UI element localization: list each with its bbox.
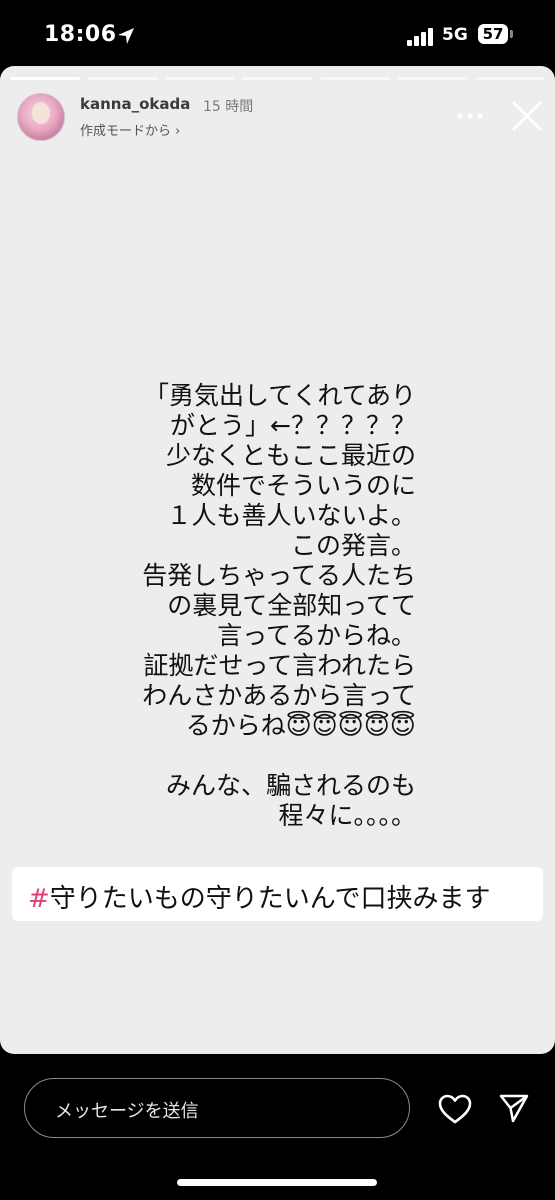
story-text-line: るからね😇😇😇😇😇 <box>185 711 416 740</box>
cellular-signal-icon <box>407 28 433 46</box>
hashtag-mark: # <box>28 884 50 914</box>
close-icon[interactable] <box>511 100 543 132</box>
screen: 18:06 5G 57 kanna_okada 15 時間 作成モードから › <box>0 0 555 1200</box>
progress-segment <box>474 77 545 80</box>
progress-segment <box>319 77 391 80</box>
home-indicator[interactable] <box>177 1179 377 1186</box>
more-options-icon[interactable] <box>455 102 485 130</box>
battery-level: 57 <box>478 24 508 44</box>
heart-icon[interactable] <box>437 1093 473 1125</box>
hashtag-label: 守りたいもの守りたいんで口挟みます <box>49 884 491 914</box>
status-bar: 18:06 5G 57 <box>0 0 555 66</box>
username[interactable]: kanna_okada <box>80 95 190 113</box>
send-icon[interactable] <box>498 1092 530 1124</box>
progress-segment <box>164 77 236 80</box>
story-panel[interactable]: kanna_okada 15 時間 作成モードから › 「勇気出してくれてありが… <box>0 66 555 1054</box>
story-text-line: 告発しちゃってる人たち <box>142 561 416 590</box>
story-progress-bars <box>10 77 545 80</box>
progress-segment <box>87 77 158 80</box>
story-text-line: の裏見て全部知ってて <box>167 591 416 620</box>
message-input[interactable]: メッセージを送信 <box>24 1078 410 1138</box>
story-text-line: わんさかあるから言って <box>142 681 416 710</box>
created-with-link[interactable]: 作成モードから › <box>80 120 180 139</box>
story-text-line: 言ってるからね。 <box>217 621 416 650</box>
story-text-line: 数件でそういうのに <box>190 471 416 500</box>
network-type: 5G <box>442 25 468 45</box>
post-time: 15 時間 <box>203 99 254 115</box>
avatar[interactable] <box>17 93 65 141</box>
story-text-line: この発言。 <box>290 531 416 560</box>
story-text: 「勇気出してくれてあり がとう」←？？？？？ 少なくともここ最近の 数件でそういうのに… <box>100 381 416 831</box>
progress-segment <box>397 77 468 80</box>
story-text-line: 「勇気出してくれてあり <box>143 381 416 410</box>
message-placeholder: メッセージを送信 <box>55 1101 199 1122</box>
location-arrow-icon <box>118 28 134 44</box>
hashtag-text: #守りたいもの守りたいんで口挟みます <box>28 878 491 915</box>
story-text-line: １人も善人いないよ。 <box>166 501 416 530</box>
status-time: 18:06 <box>44 22 117 47</box>
story-text-line: 程々に。。。。 <box>278 801 416 830</box>
story-text-line: 証拠だせって言われたら <box>143 651 416 680</box>
story-text-line: がとう」←？？？？？ <box>170 411 416 440</box>
story-text-line: みんな、騙されるのも <box>165 771 416 800</box>
progress-segment <box>242 77 313 80</box>
hashtag-sticker[interactable]: #守りたいもの守りたいんで口挟みます <box>12 867 543 921</box>
story-text-line <box>100 741 416 771</box>
story-text-line: 少なくともここ最近の <box>165 441 416 470</box>
progress-segment <box>10 77 81 80</box>
battery-icon: 57 <box>478 24 514 46</box>
